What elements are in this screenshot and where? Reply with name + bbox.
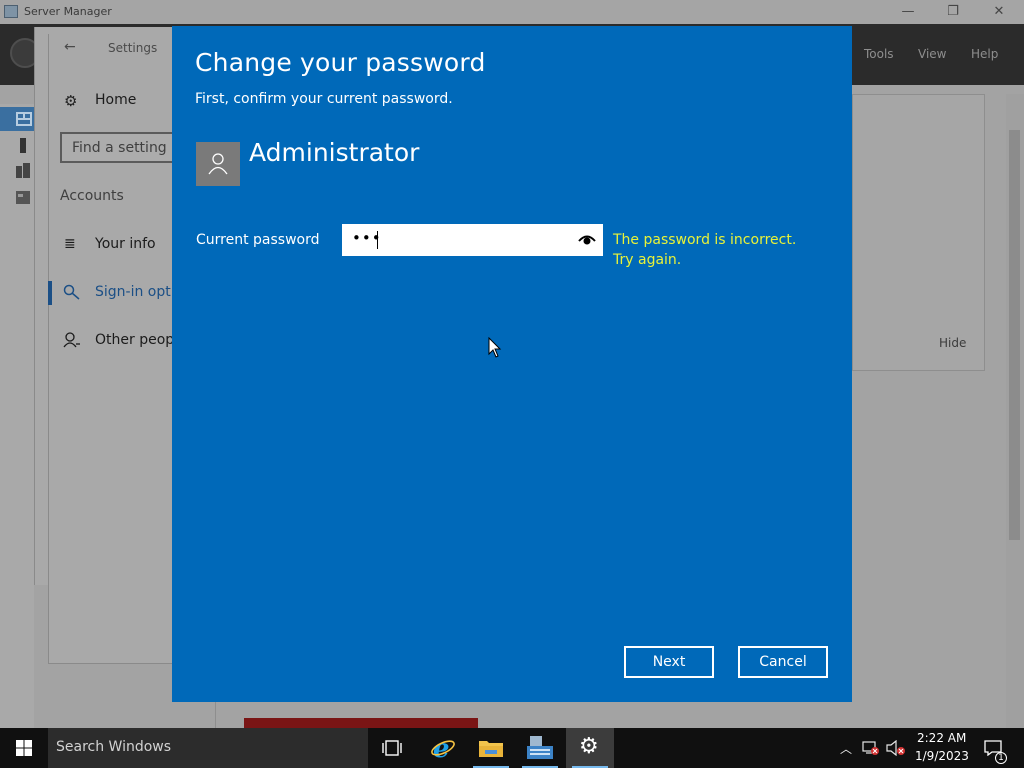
server-manager-title: Server Manager <box>24 5 112 18</box>
taskbar-search-box[interactable]: Search Windows <box>48 728 368 768</box>
nav-item-dashboard-selected[interactable] <box>0 107 34 131</box>
section-accounts-heading: Accounts <box>60 188 124 204</box>
person-add-icon <box>63 332 80 348</box>
task-view-button[interactable] <box>368 728 416 768</box>
settings-window <box>48 34 174 664</box>
mouse-pointer-icon <box>488 337 502 358</box>
file-explorer-icon <box>479 741 503 757</box>
reveal-password-eye-icon[interactable] <box>578 233 596 247</box>
all-servers-icon[interactable] <box>14 163 32 179</box>
settings-home-link[interactable]: Home <box>95 92 136 108</box>
restore-button[interactable]: ❐ <box>942 2 964 22</box>
current-password-input[interactable]: ••• <box>342 224 603 256</box>
taskbar-clock-time[interactable]: 2:22 AM <box>917 731 966 745</box>
server-manager-taskbar-button[interactable] <box>516 728 564 768</box>
gear-icon: ⚙ <box>64 92 78 110</box>
scrollbar-thumb[interactable] <box>1009 130 1020 540</box>
user-icon <box>208 153 228 175</box>
taskbar-clock-date[interactable]: 1/9/2023 <box>915 749 969 763</box>
change-password-dialog: Change your password First, confirm your… <box>172 26 852 702</box>
text-caret <box>377 231 378 249</box>
current-password-label: Current password <box>196 232 320 248</box>
person-card-icon: ≣ <box>64 236 76 252</box>
key-icon <box>63 284 80 300</box>
settings-item-sign-in-options[interactable]: Sign-in options <box>95 284 173 300</box>
internet-explorer-button[interactable]: e <box>419 728 467 768</box>
network-disconnected-icon[interactable] <box>862 740 880 756</box>
settings-item-your-info[interactable]: Your info <box>95 236 173 252</box>
start-button[interactable] <box>0 728 48 768</box>
next-button[interactable]: Next <box>624 646 714 678</box>
settings-title: Settings <box>108 41 158 55</box>
local-server-icon[interactable] <box>14 138 32 154</box>
cancel-button[interactable]: Cancel <box>738 646 828 678</box>
arrow-left-icon[interactable]: ← <box>64 39 76 55</box>
error-line-1: The password is incorrect. <box>613 232 797 248</box>
file-storage-icon[interactable] <box>14 189 32 205</box>
server-manager-icon <box>527 736 553 759</box>
windows-logo-icon <box>16 740 32 756</box>
task-view-icon <box>382 740 402 756</box>
server-manager-app-icon <box>4 5 18 18</box>
hide-link[interactable]: Hide <box>939 336 966 350</box>
taskbar-search-placeholder: Search Windows <box>56 739 172 755</box>
close-button[interactable]: ✕ <box>988 2 1010 22</box>
volume-muted-icon[interactable] <box>886 740 906 756</box>
avatar <box>196 142 240 186</box>
divider <box>215 700 216 728</box>
menu-tools[interactable]: Tools <box>864 47 894 61</box>
settings-item-other-people[interactable]: Other people <box>95 332 173 348</box>
dashboard-icon <box>16 112 32 126</box>
error-line-2: Try again. <box>613 252 682 268</box>
show-hidden-icons-chevron-icon[interactable]: ︿ <box>840 740 852 757</box>
selected-indicator <box>48 281 52 305</box>
menu-view[interactable]: View <box>918 47 946 61</box>
find-setting-input[interactable]: Find a setting <box>60 132 180 163</box>
dialog-title: Change your password <box>195 48 486 77</box>
server-manager-titlebar: Server Manager — ❐ ✕ <box>0 0 1024 24</box>
internet-explorer-icon: e <box>431 735 455 761</box>
minimize-button[interactable]: — <box>897 2 919 22</box>
account-username: Administrator <box>249 138 420 167</box>
settings-taskbar-button[interactable]: ⚙ <box>566 728 614 768</box>
settings-gear-icon: ⚙ <box>579 734 599 759</box>
taskbar: Search Windows e ⚙ ︿ <box>0 728 1024 768</box>
alert-tile <box>244 718 478 728</box>
file-explorer-button[interactable] <box>467 728 515 768</box>
dialog-subtitle: First, confirm your current password. <box>195 91 453 107</box>
notification-count-badge: 1 <box>995 752 1007 764</box>
password-error-message: The password is incorrect. Try again. <box>613 230 813 270</box>
menu-help[interactable]: Help <box>971 47 998 61</box>
find-setting-placeholder: Find a setting <box>72 140 167 156</box>
svg-text:e: e <box>433 735 450 761</box>
server-manager-panel <box>852 94 985 371</box>
